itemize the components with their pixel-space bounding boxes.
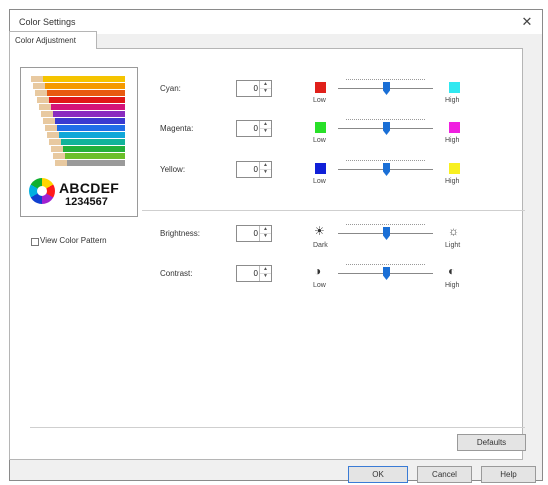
high-color-swatch bbox=[449, 82, 460, 93]
spinbox-buttons: ▲ ▼ bbox=[259, 266, 271, 281]
spin-down-icon[interactable]: ▼ bbox=[260, 128, 271, 135]
pencil bbox=[47, 132, 125, 138]
high-label: High bbox=[445, 97, 460, 104]
spin-down-icon[interactable]: ▼ bbox=[260, 273, 271, 280]
adjustment-spinbox[interactable]: 0 ▲ ▼ bbox=[236, 80, 272, 97]
slider-ticks bbox=[346, 160, 425, 162]
adjustment-spinbox[interactable]: 0 ▲ ▼ bbox=[236, 120, 272, 137]
pencil bbox=[49, 139, 125, 145]
high-label: High bbox=[445, 137, 460, 144]
adjustment-label: Brightness: bbox=[160, 229, 201, 238]
color-preview: ABCDEF 1234567 bbox=[20, 67, 138, 217]
sun-bright-icon: ☼ bbox=[448, 224, 459, 238]
spinbox-value[interactable]: 0 bbox=[254, 269, 258, 278]
spin-down-icon[interactable]: ▼ bbox=[260, 88, 271, 95]
pencil bbox=[55, 160, 125, 166]
high-label: High bbox=[445, 282, 460, 289]
spinbox-buttons: ▲ ▼ bbox=[259, 81, 271, 96]
high-label: High bbox=[445, 178, 460, 185]
spinbox-value[interactable]: 0 bbox=[254, 84, 258, 93]
pencil bbox=[41, 111, 125, 117]
adjustment-label: Magenta: bbox=[160, 124, 194, 133]
low-color-swatch bbox=[315, 122, 326, 133]
pencil bbox=[51, 146, 125, 152]
ok-button[interactable]: OK bbox=[348, 466, 408, 483]
spin-down-icon[interactable]: ▼ bbox=[260, 169, 271, 176]
adjustment-label: Cyan: bbox=[160, 84, 181, 93]
sun-dim-icon: ☀ bbox=[314, 224, 325, 238]
defaults-button[interactable]: Defaults bbox=[457, 434, 526, 451]
pencil bbox=[31, 76, 125, 82]
help-button[interactable]: Help bbox=[481, 466, 536, 483]
pencil bbox=[35, 90, 125, 96]
spinbox-buttons: ▲ ▼ bbox=[259, 121, 271, 136]
pencil bbox=[39, 104, 125, 110]
adjustment-label: Contrast: bbox=[160, 269, 193, 278]
pencil bbox=[33, 83, 125, 89]
low-label: Low bbox=[313, 97, 326, 104]
adjustment-label: Yellow: bbox=[160, 165, 186, 174]
adjustment-spinbox[interactable]: 0 ▲ ▼ bbox=[236, 265, 272, 282]
pencil bbox=[37, 97, 125, 103]
slider-ticks bbox=[346, 119, 425, 121]
low-label: Dark bbox=[313, 242, 328, 249]
contrast-high-icon: ◐ bbox=[448, 264, 456, 278]
pencil bbox=[45, 125, 125, 131]
preview-text-digits: 1234567 bbox=[65, 196, 108, 208]
spinbox-buttons: ▲ ▼ bbox=[259, 162, 271, 177]
cancel-button[interactable]: Cancel bbox=[417, 466, 472, 483]
low-color-swatch bbox=[315, 82, 326, 93]
spinbox-value[interactable]: 0 bbox=[254, 165, 258, 174]
adjustment-spinbox[interactable]: 0 ▲ ▼ bbox=[236, 161, 272, 178]
spinbox-buttons: ▲ ▼ bbox=[259, 226, 271, 241]
view-color-pattern-checkbox[interactable] bbox=[31, 238, 39, 246]
view-color-pattern-label: View Color Pattern bbox=[40, 236, 107, 245]
low-label: Low bbox=[313, 137, 326, 144]
color-wheel-icon bbox=[29, 178, 55, 204]
tab-color-adjustment[interactable]: Color Adjustment bbox=[9, 31, 97, 49]
pencil bbox=[43, 118, 125, 124]
preview-text-letters: ABCDEF bbox=[59, 180, 120, 196]
high-label: Light bbox=[445, 242, 461, 249]
slider-ticks bbox=[346, 224, 425, 226]
adjustment-spinbox[interactable]: 0 ▲ ▼ bbox=[236, 225, 272, 242]
window-title: Color Settings bbox=[19, 17, 76, 27]
pencil bbox=[53, 153, 125, 159]
slider-ticks bbox=[346, 79, 425, 81]
spin-down-icon[interactable]: ▼ bbox=[260, 233, 271, 240]
spinbox-value[interactable]: 0 bbox=[254, 229, 258, 238]
footer-divider bbox=[30, 427, 525, 428]
high-color-swatch bbox=[449, 163, 460, 174]
spinbox-value[interactable]: 0 bbox=[254, 124, 258, 133]
high-color-swatch bbox=[449, 122, 460, 133]
close-icon[interactable]: ✕ bbox=[516, 13, 538, 31]
low-label: Low bbox=[313, 282, 326, 289]
section-divider bbox=[142, 210, 525, 211]
low-color-swatch bbox=[315, 163, 326, 174]
low-label: Low bbox=[313, 178, 326, 185]
slider-ticks bbox=[346, 264, 425, 266]
contrast-low-icon: ◑ bbox=[314, 264, 322, 278]
